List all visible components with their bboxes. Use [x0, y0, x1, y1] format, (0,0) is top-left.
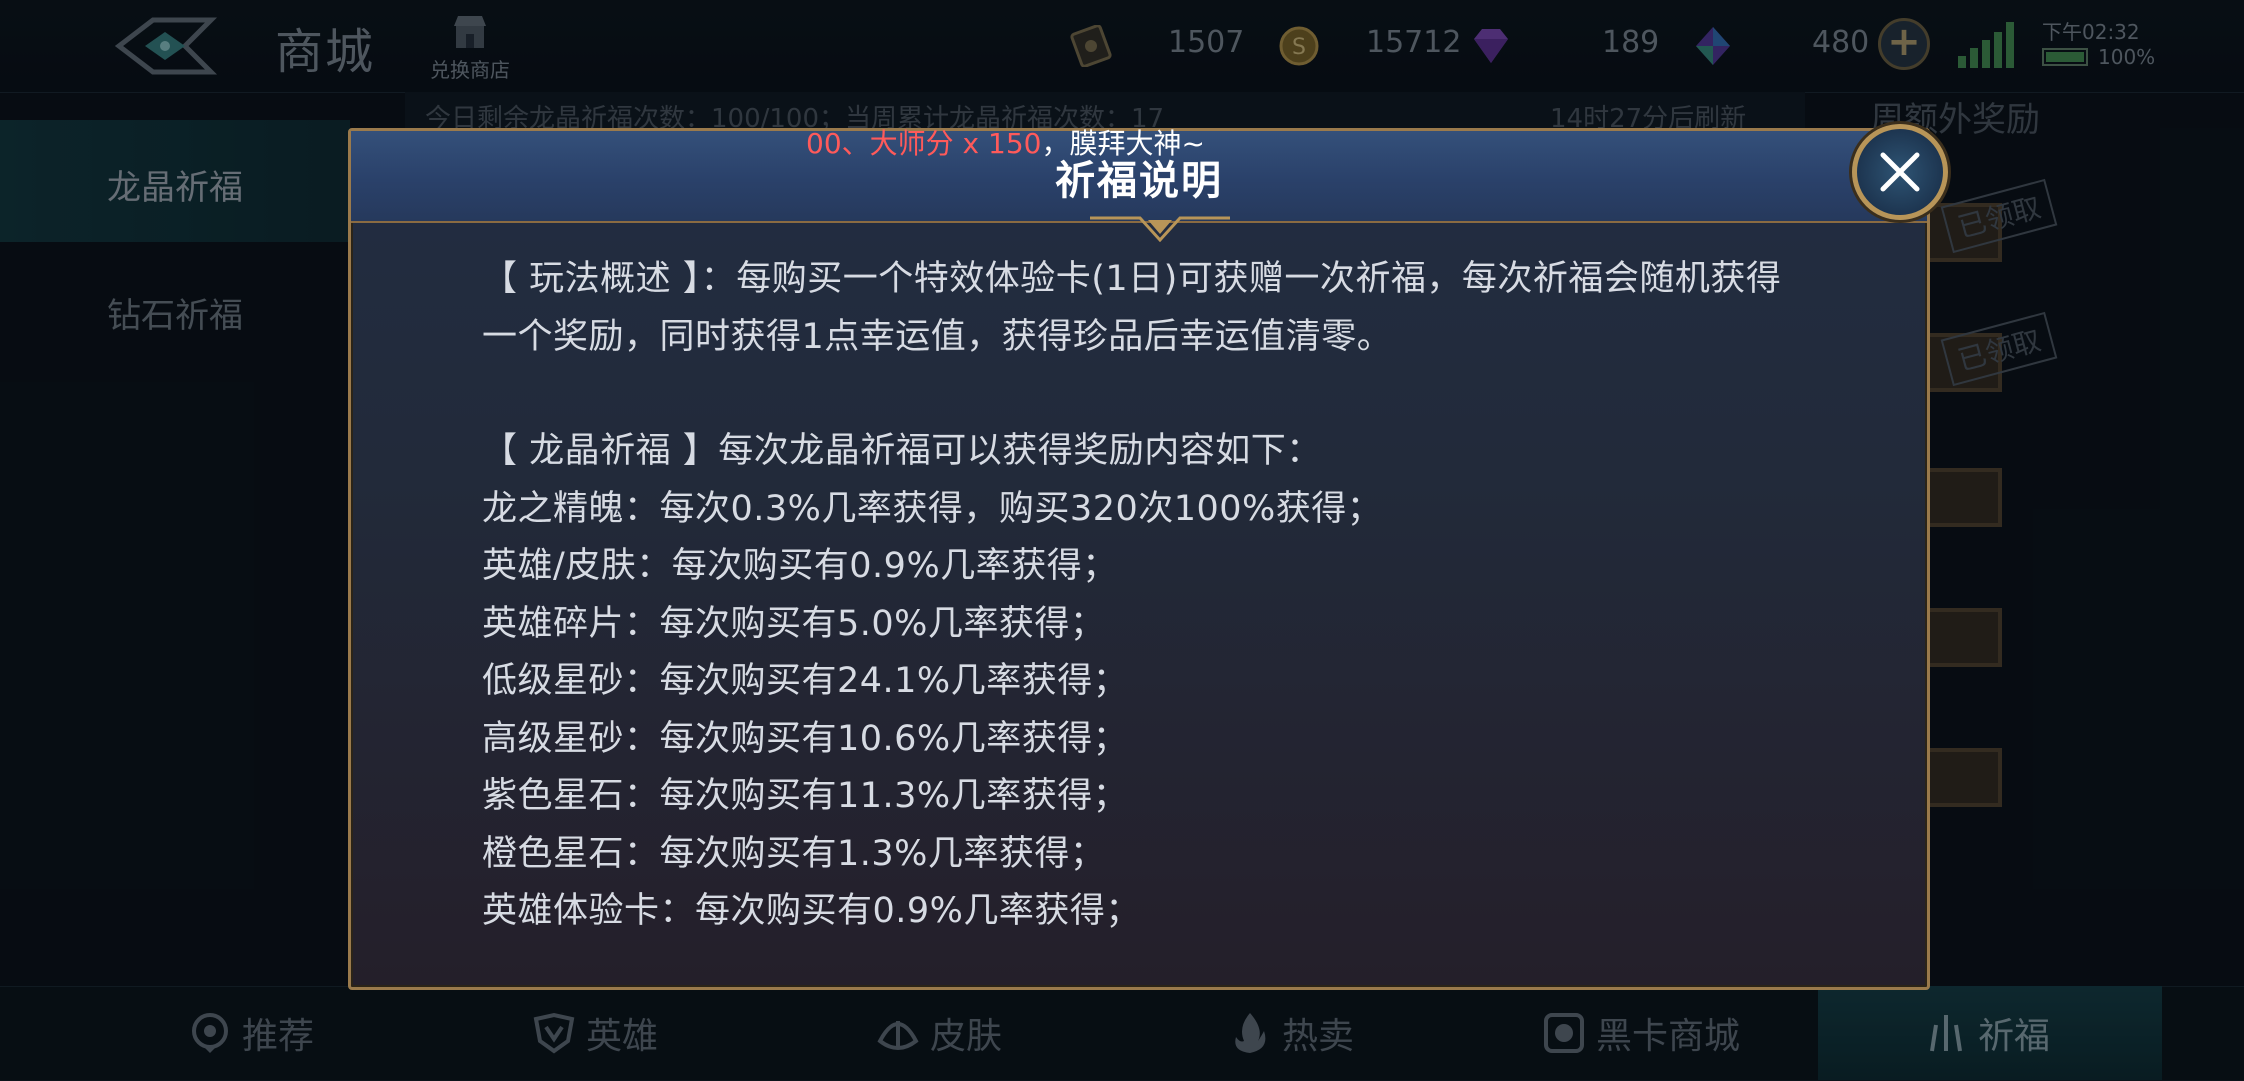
close-icon — [1880, 152, 1920, 192]
reward-rate-line: 低级星砂：每次购买有24.1%几率获得； — [482, 661, 1129, 701]
reward-rate-line: 紫色星石：每次购买有11.3%几率获得； — [482, 776, 1129, 816]
overview-line-2: 一个奖励，同时获得1点幸运值，获得珍品后幸运值清零。 — [482, 317, 1393, 357]
marquee-highlight-text: 00、大师分 x 150 — [806, 127, 1042, 160]
header-ornament-icon — [1090, 216, 1230, 242]
reward-rate-line: 橙色星石：每次购买有1.3%几率获得； — [482, 834, 1106, 874]
reward-rate-line: 高级星砂：每次购买有10.6%几率获得； — [482, 719, 1129, 759]
close-button[interactable] — [1852, 124, 1948, 220]
reward-rate-line: 龙之精魄：每次0.3%几率获得，购买320次100%获得； — [482, 489, 1383, 529]
dragon-crystal-heading: 【 龙晶祈福 】每次龙晶祈福可以获得奖励内容如下： — [482, 431, 1322, 471]
broadcast-marquee: 00、大师分 x 150，膜拜大神~ — [806, 122, 1205, 160]
marquee-text: ，膜拜大神~ — [1041, 127, 1205, 160]
overview-line-1: 【 玩法概述 】：每购买一个特效体验卡(1日)可获赠一次祈福，每次祈福会随机获得 — [482, 259, 1782, 299]
reward-rate-line: 英雄体验卡：每次购买有0.9%几率获得； — [482, 891, 1141, 931]
reward-rate-line: 英雄碎片：每次购买有5.0%几率获得； — [482, 604, 1106, 644]
reward-rate-line: 英雄/皮肤：每次购买有0.9%几率获得； — [482, 546, 1118, 586]
